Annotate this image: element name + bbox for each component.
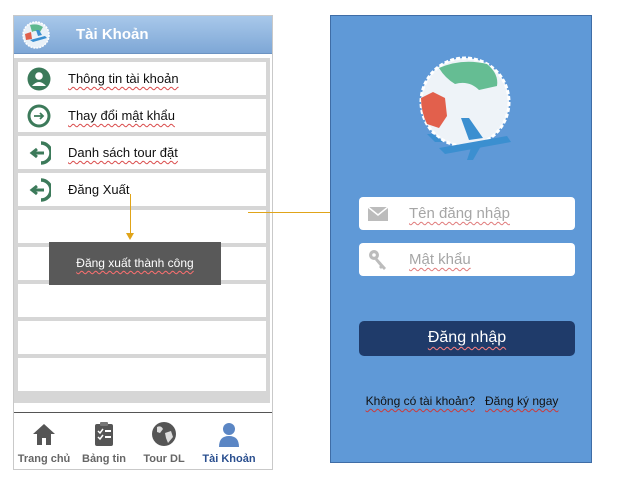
app-logo-icon <box>22 21 50 49</box>
menu-item-tour-list[interactable]: Danh sách tour đặt <box>18 136 266 169</box>
logout-icon <box>29 178 51 202</box>
bottom-nav: Trang chủ Bảng tin Tour DL Tài Khoản <box>14 412 272 469</box>
flow-arrow-down <box>130 194 131 234</box>
arrow-right-circle-icon <box>27 104 51 128</box>
flow-arrow-right <box>248 212 335 213</box>
login-screen: Tên đăng nhập Mật khẩu Đăng nhập Không c… <box>330 15 592 463</box>
menu-item-logout[interactable]: Đăng Xuất <box>18 173 266 206</box>
nav-label: Tour DL <box>143 453 185 465</box>
nav-item-tour[interactable]: Tour DL <box>134 419 194 467</box>
globe-icon <box>152 422 176 446</box>
login-button[interactable]: Đăng nhập <box>359 321 575 356</box>
clipboard-icon <box>95 422 113 446</box>
user-icon <box>219 423 239 447</box>
username-input[interactable]: Tên đăng nhập <box>359 197 575 230</box>
menu-item-account-info[interactable]: Thông tin tài khoản <box>18 62 266 95</box>
user-icon <box>27 67 51 91</box>
nav-item-news[interactable]: Bảng tin <box>74 419 134 467</box>
nav-item-account[interactable]: Tài Khoản <box>199 419 259 467</box>
username-placeholder: Tên đăng nhập <box>409 205 510 222</box>
nav-label: Tài Khoản <box>202 453 256 465</box>
register-row: Không có tài khoản? Đăng ký ngay <box>331 394 593 408</box>
menu-item-label: Danh sách tour đặt <box>68 145 178 160</box>
login-button-label: Đăng nhập <box>427 329 507 346</box>
register-prompt: Không có tài khoản? <box>365 394 475 408</box>
empty-row <box>18 321 266 354</box>
register-link[interactable]: Đăng ký ngay <box>485 394 558 408</box>
empty-row <box>18 284 266 317</box>
empty-row <box>18 210 266 243</box>
account-menu: Thông tin tài khoản Thay đổi mật khẩu Da… <box>14 58 270 403</box>
account-screen: Tài Khoản Thông tin tài khoản Thay đổi m… <box>13 15 273 470</box>
logout-success-toast: Đăng xuất thành công <box>49 242 221 285</box>
home-icon <box>33 424 55 445</box>
logout-icon <box>29 141 51 165</box>
menu-item-label: Thông tin tài khoản <box>68 71 179 86</box>
password-input[interactable]: Mật khẩu <box>359 243 575 276</box>
envelope-icon <box>367 206 389 221</box>
toast-message: Đăng xuất thành công <box>76 256 194 270</box>
menu-item-label: Thay đổi mật khẩu <box>68 108 175 123</box>
flow-arrow-head <box>126 233 134 240</box>
key-icon <box>369 250 386 270</box>
password-placeholder: Mật khẩu <box>409 251 471 268</box>
app-header: Tài Khoản <box>14 16 272 54</box>
empty-row <box>18 358 266 391</box>
menu-item-change-password[interactable]: Thay đổi mật khẩu <box>18 99 266 132</box>
menu-item-label: Đăng Xuất <box>68 182 130 197</box>
app-logo-icon <box>419 56 511 160</box>
page-title: Tài Khoản <box>76 26 149 43</box>
nav-item-home[interactable]: Trang chủ <box>14 419 74 467</box>
